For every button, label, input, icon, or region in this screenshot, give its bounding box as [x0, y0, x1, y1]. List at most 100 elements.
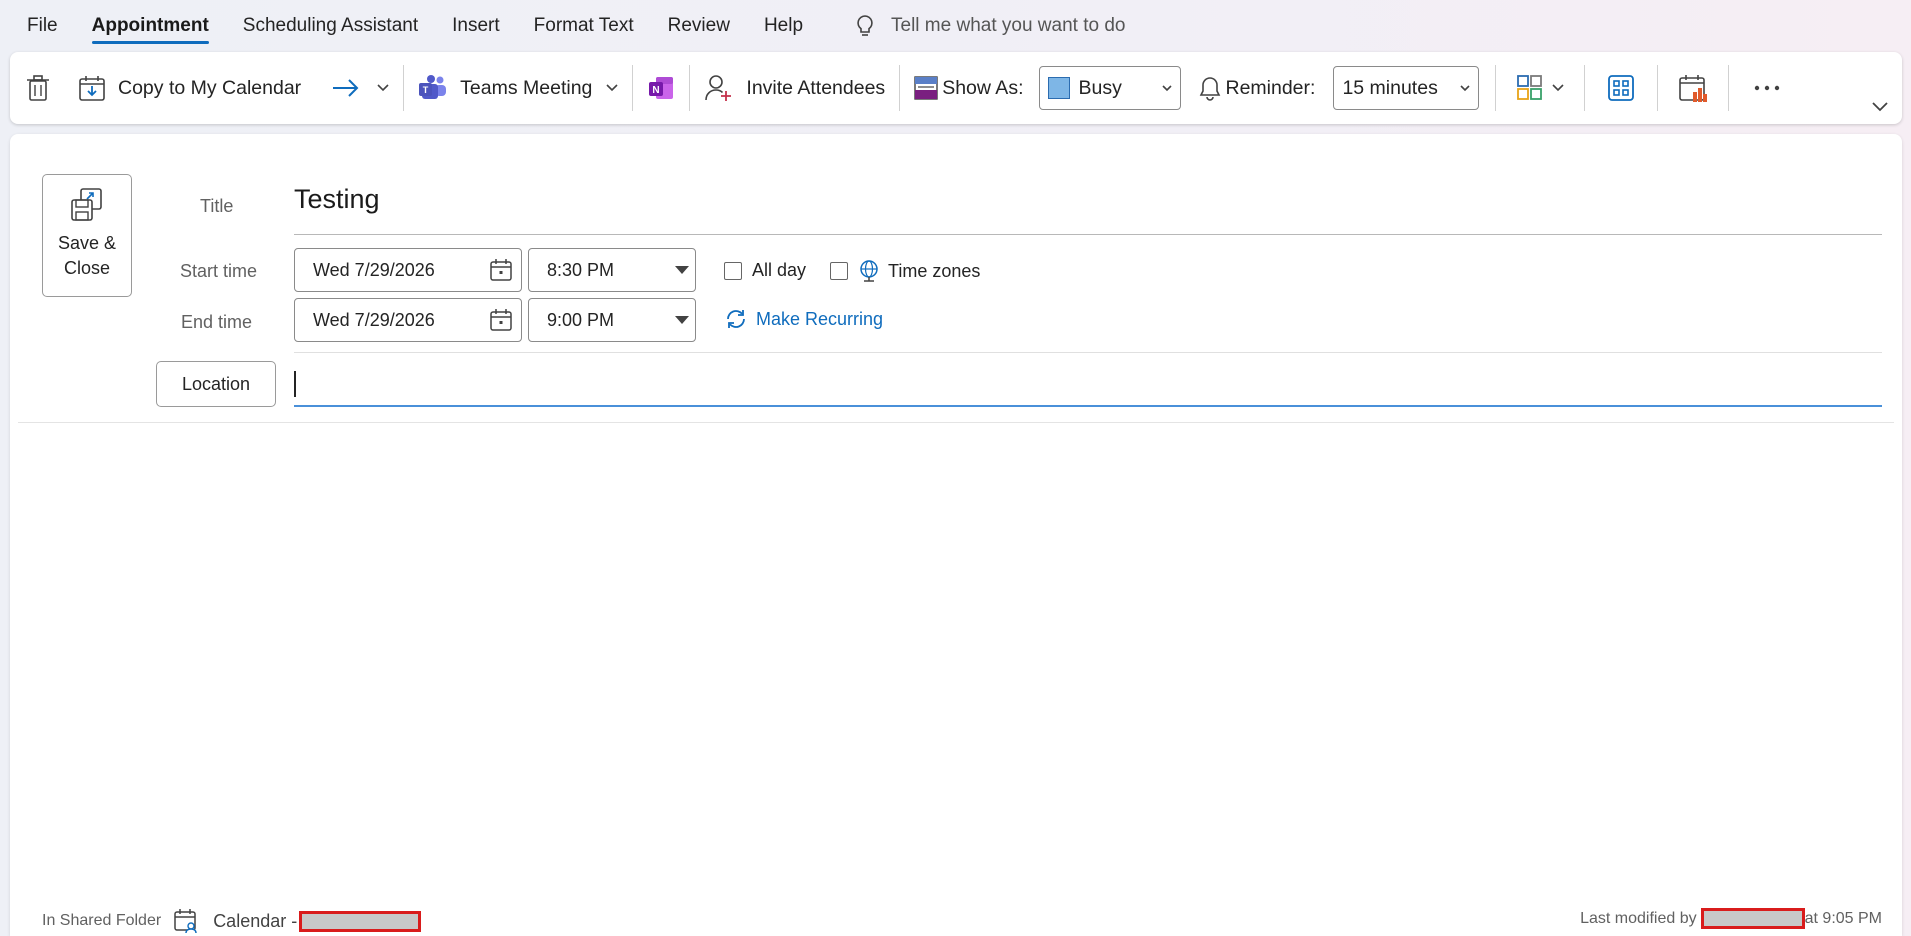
- title-label: Title: [200, 196, 234, 216]
- ribbon-divider: [403, 65, 405, 111]
- scheduling-poll-button[interactable]: [1664, 64, 1722, 112]
- save-and-close-label: Save & Close: [57, 233, 117, 278]
- menu-file[interactable]: File: [27, 11, 58, 41]
- ribbon-divider: [1584, 65, 1586, 111]
- busy-color-swatch: [1048, 77, 1071, 99]
- apps-button[interactable]: [1591, 64, 1651, 112]
- globe-icon: [860, 260, 878, 282]
- svg-text:T: T: [423, 85, 429, 95]
- forward-button[interactable]: [323, 64, 397, 112]
- ribbon-divider: [689, 65, 691, 111]
- end-time-label: End time: [181, 312, 253, 332]
- more-options-button[interactable]: [1735, 64, 1799, 112]
- all-day-checkbox[interactable]: [724, 261, 742, 280]
- all-day-label: All day: [752, 260, 807, 280]
- ribbon-divider: [1495, 65, 1497, 111]
- ribbon-divider: [899, 65, 901, 111]
- onenote-icon: N: [649, 77, 674, 99]
- categorize-icon: [1517, 75, 1543, 100]
- reminder-value: 15 minutes: [1342, 76, 1438, 99]
- show-as-icon: [914, 76, 938, 100]
- time-zones-checkbox[interactable]: [830, 262, 848, 280]
- chevron-down-icon: [1162, 84, 1173, 91]
- time-zones-checkbox-group[interactable]: Time zones: [830, 259, 980, 283]
- title-field[interactable]: Testing: [294, 184, 380, 215]
- reminder-label: Reminder:: [1225, 76, 1316, 99]
- modified-time: at 9:05 PM: [1804, 909, 1882, 927]
- onenote-button[interactable]: N: [639, 64, 683, 112]
- folder-info: In Shared Folder Calendar -: [42, 908, 422, 934]
- appointment-form: Save & Close Title Testing Start time We…: [10, 134, 1902, 936]
- teams-icon: T: [419, 75, 447, 99]
- delete-button[interactable]: [10, 64, 58, 112]
- start-time-label: Start time: [180, 261, 258, 281]
- copy-to-my-calendar-button[interactable]: Copy to My Calendar: [70, 64, 309, 112]
- show-as-label-group: Show As:: [906, 64, 1027, 112]
- ribbon-divider: [632, 65, 634, 111]
- calendar-copy-icon: [79, 76, 105, 101]
- trash-icon: [27, 75, 49, 101]
- end-date-value: Wed 7/29/2026: [313, 309, 435, 330]
- categorize-button[interactable]: [1502, 64, 1578, 112]
- chevron-down-icon: [1460, 84, 1471, 91]
- add-person-icon: [705, 75, 732, 101]
- location-input[interactable]: [294, 361, 1882, 407]
- ribbon-toolbar: Copy to My Calendar T Teams Meeting N In…: [10, 52, 1902, 124]
- text-cursor: [294, 371, 296, 397]
- menu-scheduling-assistant[interactable]: Scheduling Assistant: [243, 11, 418, 41]
- end-time-value: 9:00 PM: [547, 309, 615, 330]
- chevron-down-icon[interactable]: [606, 84, 618, 92]
- tell-me-search[interactable]: Tell me what you want to do: [855, 14, 1125, 38]
- arrow-right-icon: [333, 79, 359, 97]
- menu-format-text[interactable]: Format Text: [534, 11, 634, 41]
- calendar-name-label: Calendar -: [213, 910, 298, 931]
- location-button[interactable]: Location: [156, 361, 276, 407]
- tell-me-text: Tell me what you want to do: [891, 15, 1126, 36]
- chevron-down-icon[interactable]: [377, 84, 389, 92]
- in-shared-folder-label: In Shared Folder: [42, 912, 162, 929]
- invite-attendees-button[interactable]: Invite Attendees: [696, 64, 893, 112]
- menu-help[interactable]: Help: [764, 11, 803, 41]
- start-time-dropdown[interactable]: 8:30 PM: [528, 248, 696, 292]
- make-recurring-link[interactable]: Make Recurring: [724, 308, 883, 330]
- save-and-close-button[interactable]: Save & Close: [42, 174, 132, 297]
- show-as-dropdown[interactable]: Busy: [1039, 66, 1182, 110]
- start-date-picker[interactable]: Wed 7/29/2026: [294, 248, 522, 292]
- calendar-icon[interactable]: [489, 308, 513, 332]
- start-time-value: 8:30 PM: [547, 259, 615, 280]
- invite-attendees-label: Invite Attendees: [746, 76, 886, 99]
- end-time-dropdown[interactable]: 9:00 PM: [528, 298, 696, 342]
- time-zones-label: Time zones: [888, 260, 981, 281]
- start-date-value: Wed 7/29/2026: [313, 259, 435, 280]
- chevron-down-icon: [1552, 84, 1565, 92]
- more-icon: [1755, 85, 1780, 91]
- bell-icon: [1200, 77, 1221, 101]
- redacted-owner-name: [299, 910, 422, 932]
- menu-appointment[interactable]: Appointment: [91, 11, 209, 44]
- menu-bar: File Appointment Scheduling Assistant In…: [0, 0, 1911, 52]
- copy-to-my-calendar-label: Copy to My Calendar: [118, 76, 302, 99]
- menu-insert[interactable]: Insert: [452, 11, 500, 41]
- title-underline: [294, 234, 1882, 235]
- caret-down-icon: [675, 316, 689, 324]
- svg-text:N: N: [653, 85, 660, 96]
- shared-calendar-icon: [174, 909, 197, 934]
- lightbulb-icon: [857, 15, 873, 36]
- recurring-icon: [727, 310, 745, 328]
- apps-grid-icon: [1608, 75, 1635, 101]
- ribbon-collapse-chevron-icon[interactable]: [1872, 102, 1888, 112]
- calendar-icon[interactable]: [489, 258, 513, 282]
- last-modified-info: Last modified by at 9:05 PM: [1580, 908, 1882, 929]
- teams-meeting-button[interactable]: T Teams Meeting: [410, 64, 626, 112]
- reminder-dropdown[interactable]: 15 minutes: [1333, 66, 1480, 110]
- redacted-modifier-name: [1700, 908, 1805, 929]
- save-close-icon: [71, 188, 102, 221]
- reminder-label-group: Reminder:: [1191, 64, 1323, 112]
- calendar-chart-icon: [1679, 75, 1708, 102]
- teams-meeting-label: Teams Meeting: [460, 76, 593, 99]
- end-date-picker[interactable]: Wed 7/29/2026: [294, 298, 522, 342]
- ribbon-divider: [1728, 65, 1730, 111]
- menu-review[interactable]: Review: [668, 11, 730, 41]
- all-day-checkbox-group[interactable]: All day: [724, 260, 806, 281]
- show-as-value: Busy: [1078, 76, 1122, 99]
